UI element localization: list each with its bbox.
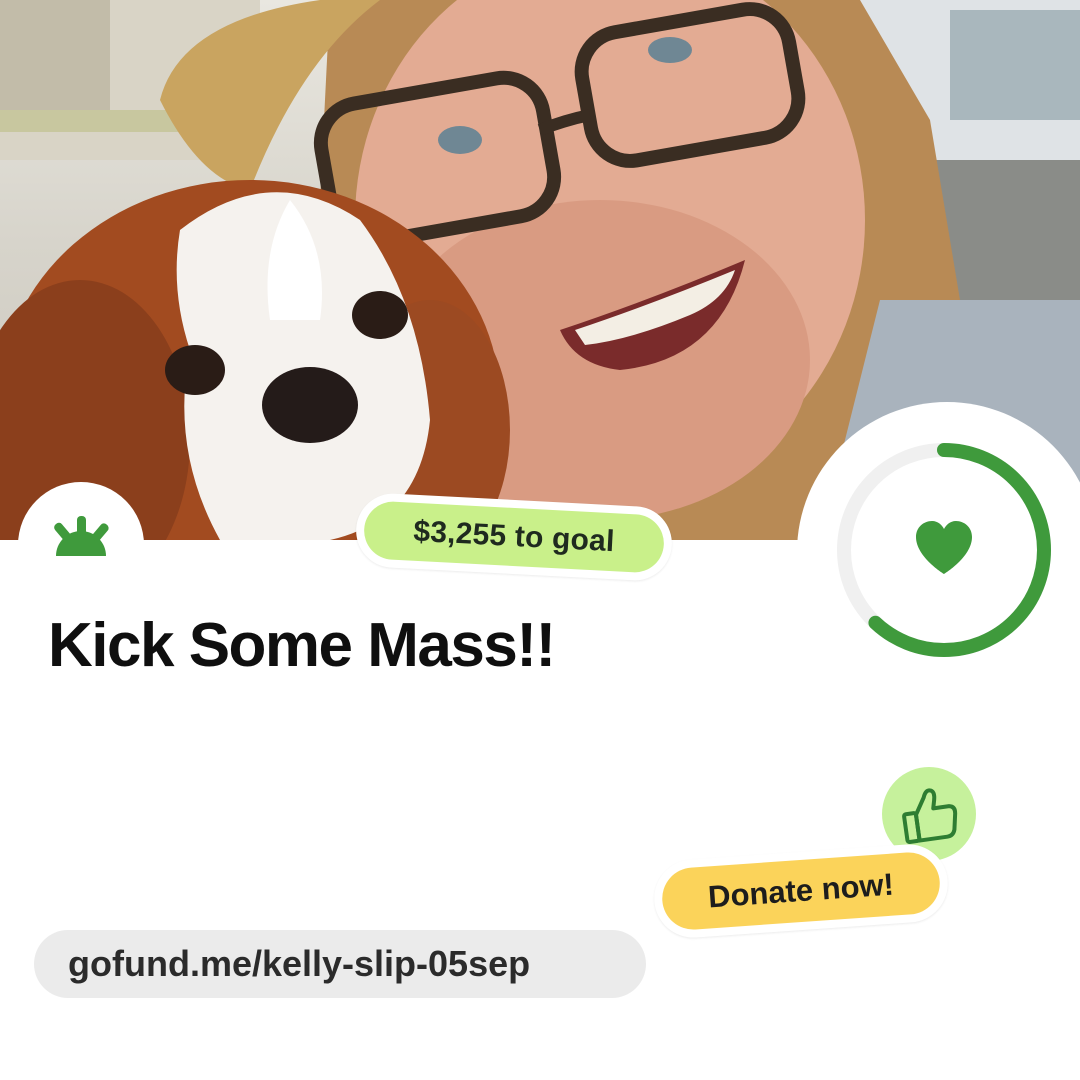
goal-remaining-badge: $3,255 to goal [354, 491, 674, 583]
campaign-title: Kick Some Mass!! [48, 611, 556, 680]
goal-remaining-label: $3,255 to goal [362, 500, 666, 574]
brand-logo [18, 482, 144, 608]
sun-icon [54, 516, 109, 556]
progress-ring [797, 402, 1080, 702]
fundraiser-share-card: $3,255 to goal Kick Some Mass!! Donate n… [0, 0, 1080, 1080]
donate-now-button[interactable]: Donate now! [651, 841, 951, 941]
campaign-url[interactable]: gofund.me/kelly-slip-05sep [34, 930, 646, 998]
heart-icon [916, 521, 972, 574]
donate-now-label: Donate now! [660, 850, 942, 932]
